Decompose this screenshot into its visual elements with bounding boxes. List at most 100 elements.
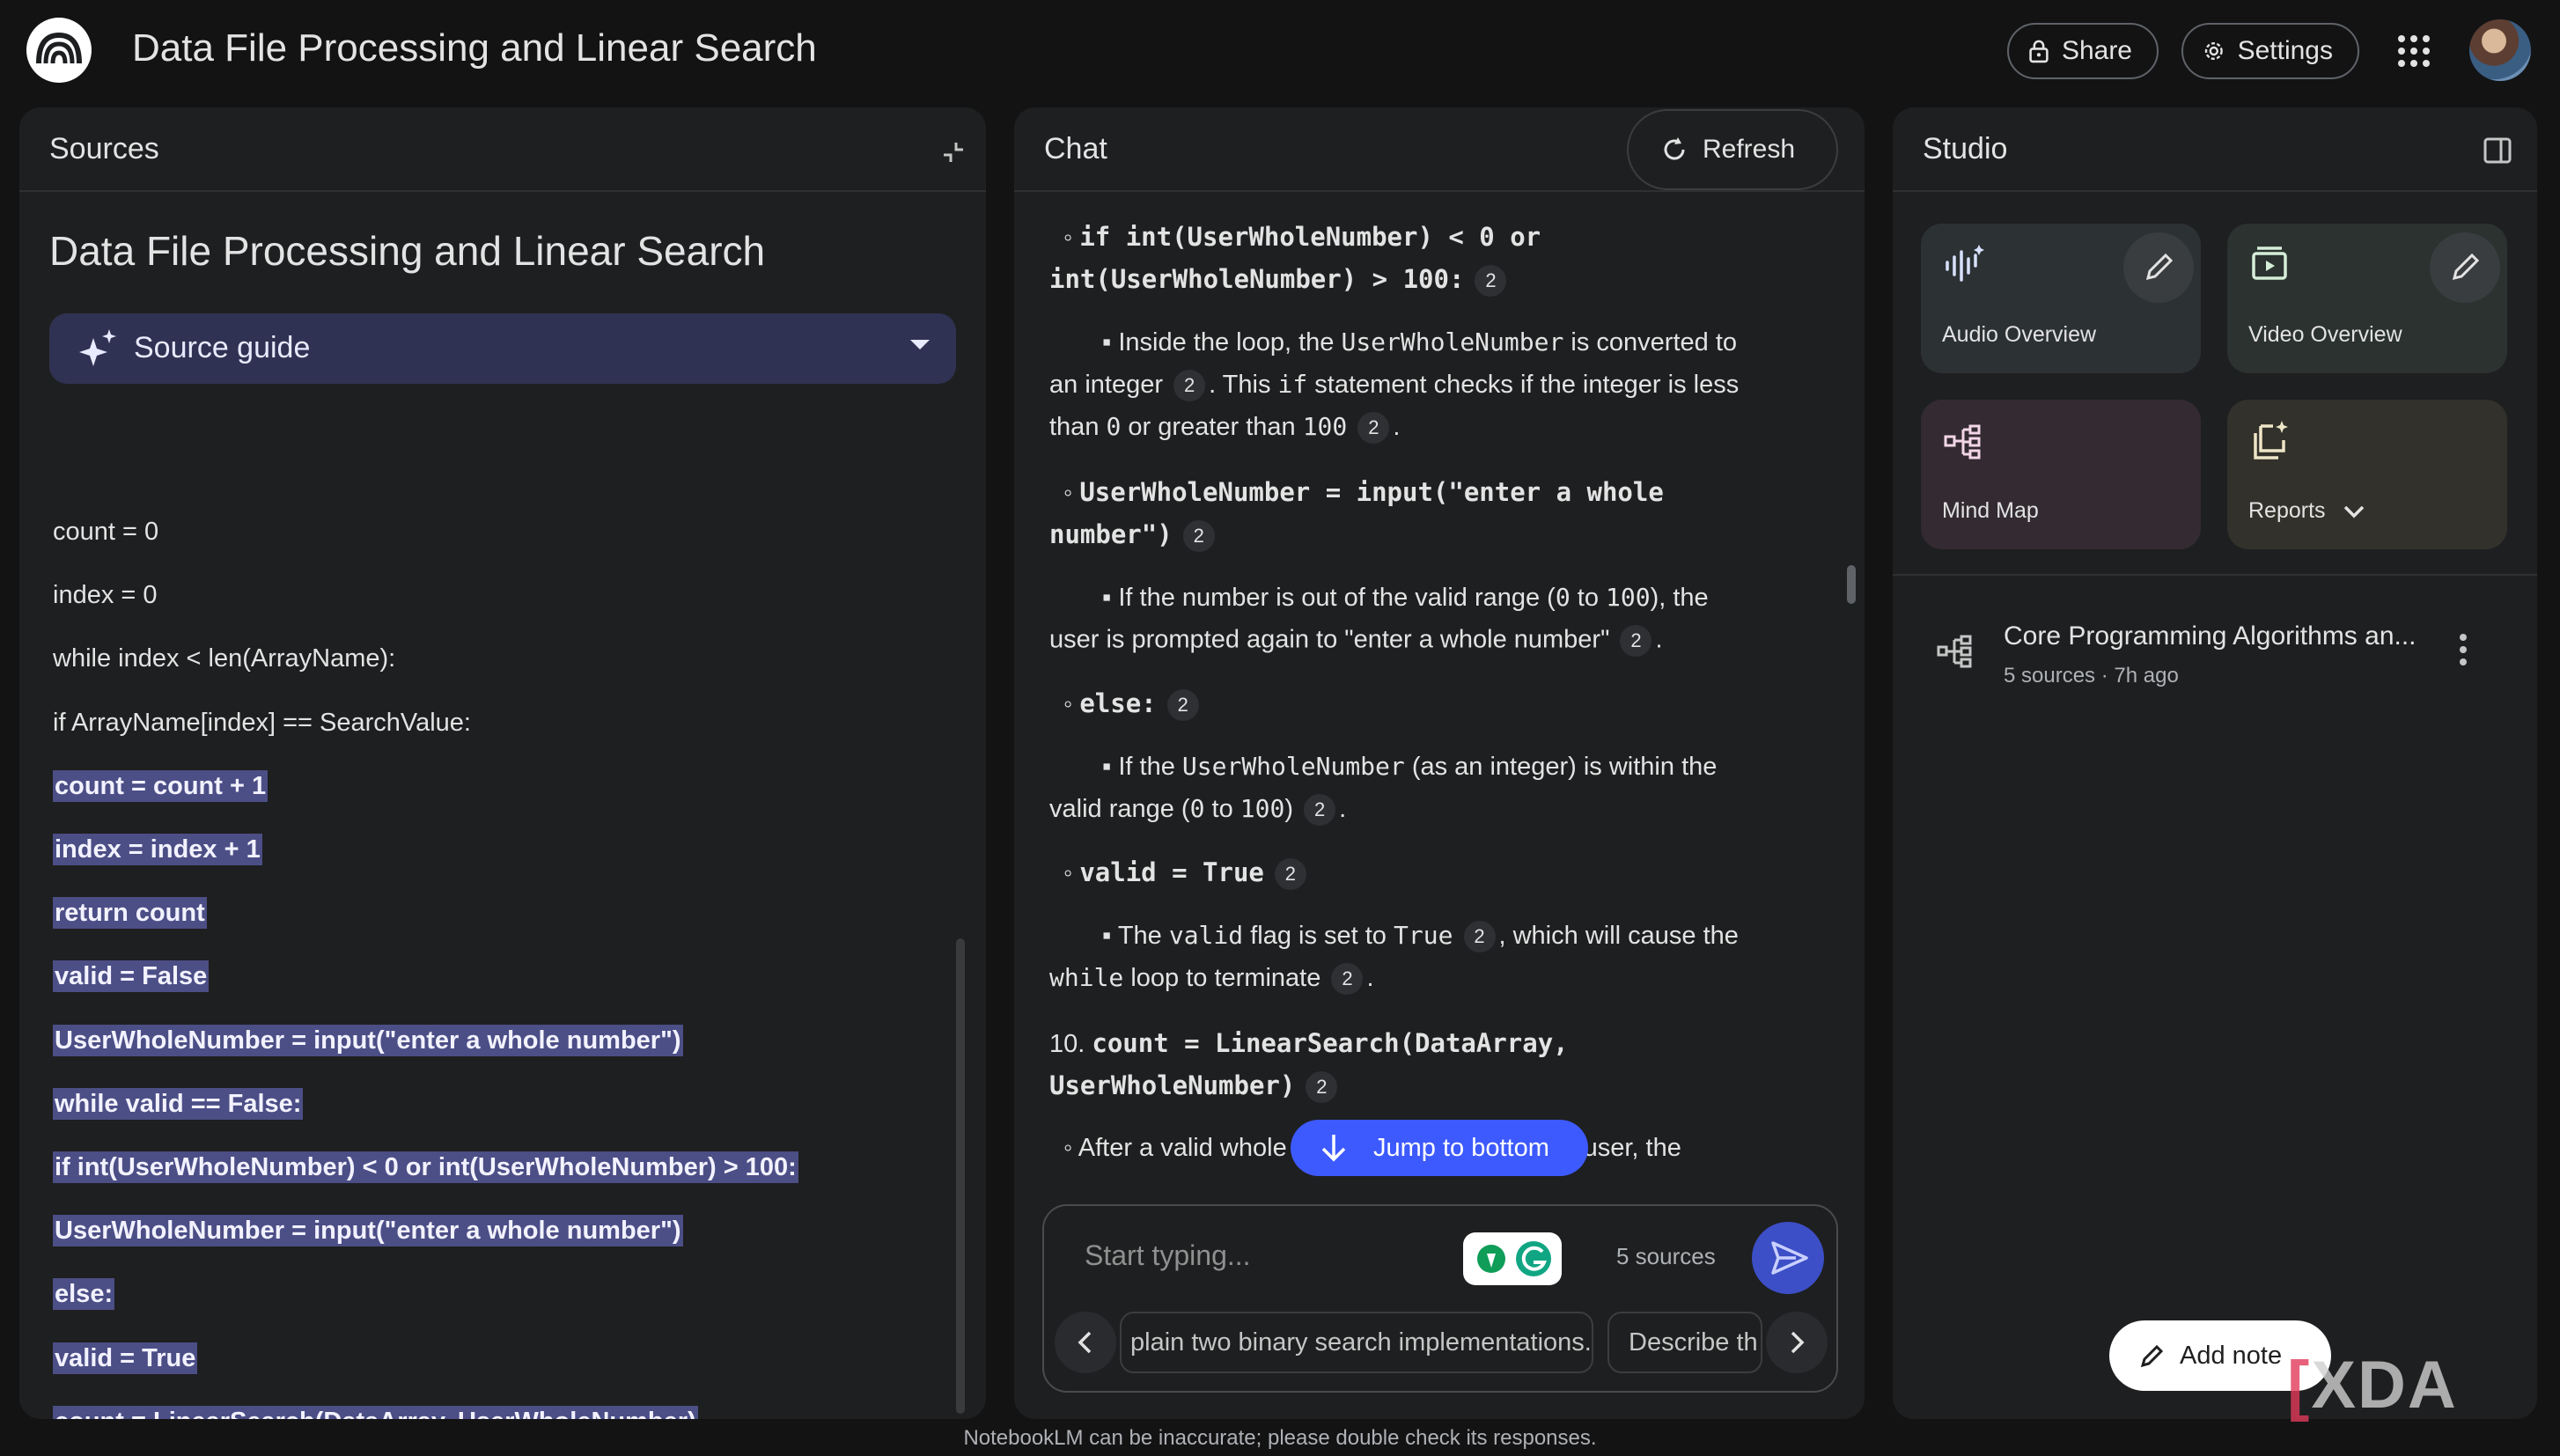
citation-badge[interactable]: 2: [1304, 794, 1336, 827]
video-icon: [2252, 246, 2287, 280]
citation-badge[interactable]: 2: [1620, 625, 1652, 657]
source-line-text: valid = False: [53, 960, 210, 992]
reports-icon: [2254, 421, 2288, 460]
source-line-text: UserWholeNumber = input("enter a whole n…: [53, 1215, 683, 1246]
sources-title: Sources: [49, 132, 159, 165]
suggestions-prev-button[interactable]: [1055, 1312, 1116, 1373]
panel-toggle-icon[interactable]: [2483, 136, 2512, 165]
citation-badge[interactable]: 2: [1463, 921, 1496, 953]
send-button[interactable]: [1752, 1222, 1824, 1294]
source-line-text: UserWholeNumber = input("enter a whole n…: [53, 1025, 683, 1056]
chevron-left-icon: [1078, 1331, 1092, 1354]
add-note-label: Add note: [2180, 1341, 2283, 1370]
chat-line: an integer 2. This if statement checks i…: [1049, 370, 1739, 402]
arrow-down-icon: [1321, 1135, 1346, 1162]
settings-button[interactable]: Settings: [2181, 23, 2359, 79]
reports-tile[interactable]: Reports: [2227, 400, 2507, 549]
video-overview-tile[interactable]: Video Overview: [2227, 224, 2507, 373]
chat-input-placeholder[interactable]: Start typing...: [1085, 1239, 1251, 1272]
jump-to-bottom-button[interactable]: Jump to bottom: [1291, 1120, 1588, 1176]
chat-scrollbar[interactable]: [1847, 565, 1856, 604]
chat-header: Chat Refresh: [1014, 107, 1865, 192]
source-line-text: count = 0: [53, 518, 159, 546]
chat-title: Chat: [1044, 132, 1107, 165]
source-guide-toggle[interactable]: Source guide: [49, 313, 956, 384]
sparkle-icon: [79, 329, 116, 366]
settings-label: Settings: [2237, 36, 2333, 65]
studio-panel: Studio Audio Overview Video Overview Min…: [1893, 107, 2537, 1419]
citation-badge[interactable]: 2: [1357, 412, 1390, 445]
audio-wave-icon: [1946, 245, 1984, 282]
source-line: valid = True: [53, 1342, 198, 1374]
source-count: 5 sources: [1616, 1243, 1716, 1269]
source-guide-label: Source guide: [134, 331, 311, 364]
source-line: UserWholeNumber = input("enter a whole n…: [53, 1215, 683, 1246]
source-line: valid = False: [53, 960, 210, 992]
chat-line: ▪ If the UserWholeNumber (as an integer)…: [1102, 752, 1718, 781]
source-line: count = count + 1: [53, 770, 269, 802]
source-line: count = LinearSearch(DataArray, UserWhol…: [53, 1406, 698, 1419]
pencil-icon: [2452, 253, 2480, 281]
audio-overview-tile[interactable]: Audio Overview: [1921, 224, 2201, 373]
chat-input-box[interactable]: Start typing... 5 sources plain two bina…: [1042, 1204, 1838, 1393]
sources-header: Sources: [19, 107, 986, 192]
mind-map-icon: [1937, 635, 1972, 668]
chevron-down-icon: [910, 340, 930, 349]
source-line-text: count = LinearSearch(DataArray, UserWhol…: [53, 1406, 698, 1419]
reports-label: Reports: [2248, 498, 2365, 524]
citation-badge[interactable]: 2: [1166, 689, 1199, 722]
source-line-text: while index < len(ArrayName):: [53, 644, 396, 673]
avatar[interactable]: [2469, 19, 2531, 81]
citation-badge[interactable]: 2: [1475, 265, 1507, 298]
chat-panel: Chat Refresh ◦ if int(UserWholeNumber) <…: [1014, 107, 1865, 1419]
video-edit-button[interactable]: [2430, 232, 2500, 303]
chat-line: 10. count = LinearSearch(DataArray,: [1049, 1028, 1569, 1058]
chat-line: ◦ valid = True 2: [1063, 857, 1310, 891]
source-line: else:: [53, 1278, 115, 1310]
citation-badge[interactable]: 2: [1173, 370, 1206, 402]
xda-watermark: [XDA: [2287, 1348, 2458, 1423]
chat-line: ◦ UserWholeNumber = input("enter a whole: [1063, 477, 1664, 507]
top-bar: Data File Processing and Linear Search S…: [0, 0, 2560, 104]
apps-grid-icon[interactable]: [2396, 33, 2431, 69]
studio-header: Studio: [1893, 107, 2537, 192]
notebooklm-logo-icon[interactable]: [26, 18, 92, 83]
saved-note-item[interactable]: Core Programming Algorithms an... 5 sour…: [1893, 602, 2537, 699]
citation-badge[interactable]: 2: [1331, 963, 1364, 996]
suggestion-chip[interactable]: plain two binary search implementations.: [1120, 1312, 1593, 1373]
grammarly-icon[interactable]: [1463, 1232, 1562, 1285]
source-line: UserWholeNumber = input("enter a whole n…: [53, 1025, 683, 1056]
source-line-text: if ArrayName[index] == SearchValue:: [53, 709, 471, 737]
refresh-button[interactable]: Refresh: [1627, 109, 1838, 190]
more-vert-icon[interactable]: [2456, 632, 2470, 667]
source-line: return count: [53, 897, 207, 929]
mind-map-tile[interactable]: Mind Map: [1921, 400, 2201, 549]
suggestion-chip[interactable]: Describe th: [1607, 1312, 1762, 1373]
lock-icon: [2029, 40, 2049, 63]
source-line: index = 0: [53, 581, 158, 610]
chat-line: ▪ The valid flag is set to True 2, which…: [1102, 921, 1739, 953]
source-line-text: index = 0: [53, 581, 158, 609]
sources-scrollbar[interactable]: [956, 938, 965, 1414]
audio-edit-button[interactable]: [2123, 232, 2194, 303]
chevron-down-icon: [2343, 506, 2364, 518]
jump-label: Jump to bottom: [1373, 1133, 1549, 1162]
chat-line: while loop to terminate 2.: [1049, 963, 1374, 996]
note-meta: 5 sources · 7h ago: [2004, 664, 2179, 688]
source-line-text: count = count + 1: [53, 770, 269, 802]
share-button[interactable]: Share: [2007, 23, 2159, 79]
gear-icon: [2204, 42, 2223, 60]
citation-badge[interactable]: 2: [1274, 858, 1306, 891]
suggestions-next-button[interactable]: [1766, 1312, 1828, 1373]
mind-map-label: Mind Map: [1942, 498, 2039, 523]
collapse-icon[interactable]: [940, 139, 967, 165]
share-label: Share: [2061, 36, 2132, 65]
citation-badge[interactable]: 2: [1182, 520, 1215, 553]
notebook-title[interactable]: Data File Processing and Linear Search: [132, 26, 817, 70]
source-line-text: if int(UserWholeNumber) < 0 or int(UserW…: [53, 1151, 798, 1183]
citation-badge[interactable]: 2: [1306, 1071, 1338, 1104]
refresh-icon: [1664, 137, 1685, 160]
note-title: Core Programming Algorithms an...: [2004, 621, 2417, 651]
sources-panel: Sources Data File Processing and Linear …: [19, 107, 986, 1419]
chat-line: ◦ else: 2: [1063, 688, 1203, 722]
